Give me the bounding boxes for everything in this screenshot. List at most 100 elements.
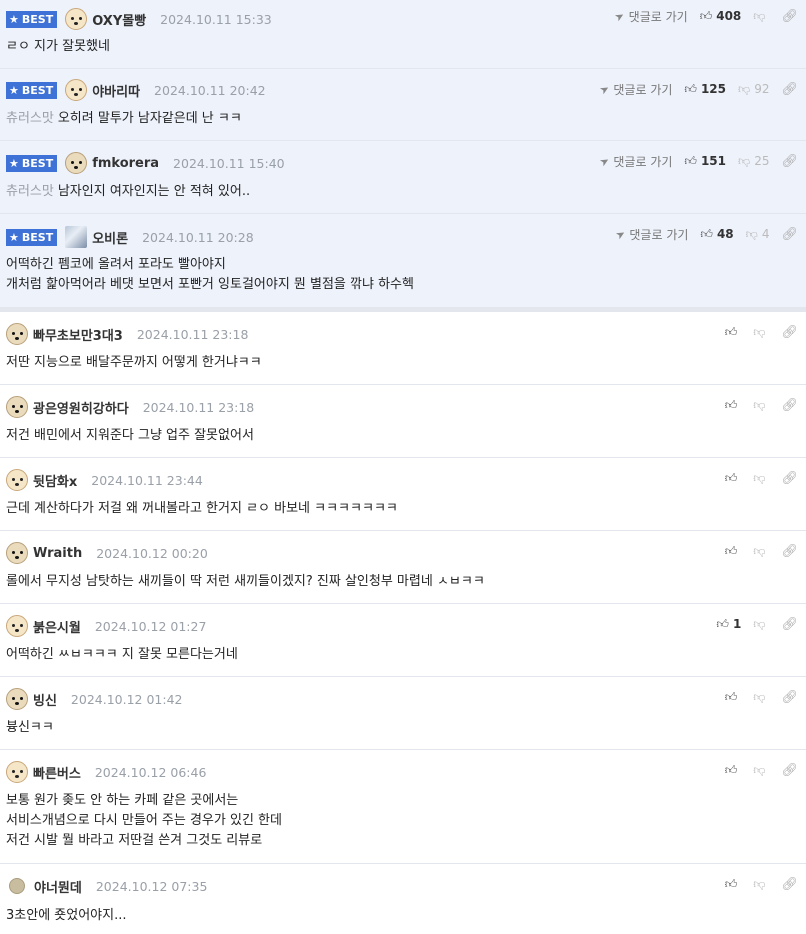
upvote-button[interactable]: 👍︎ 125 [684,82,726,97]
avatar[interactable] [6,396,28,418]
reply-arrow-icon: ➤ [597,153,613,169]
nickname[interactable]: 광은영원히강하다 [33,398,129,417]
upvote-button[interactable]: 👍︎ [725,471,742,486]
comment-body: 3초안에 죳었어야지... [6,908,127,923]
nickname[interactable]: OXY몰빵 [92,10,146,29]
thumb-up-icon: 👍︎ [699,8,713,23]
upvote-button[interactable]: 👍︎ 1 [716,617,741,632]
star-icon: ★ [9,230,19,244]
reply-link[interactable]: ➤ 댓글로 가기 [597,81,673,98]
star-icon: ★ [9,83,19,97]
nickname[interactable]: 빠른버스 [33,763,81,782]
link-icon[interactable]: 🔗︎ [781,82,798,97]
comment: 빙신 2024.10.12 01:42 👍︎ 👎︎ 🔗︎ 븅신ㅋㅋ [0,677,806,750]
thumb-down-icon: 👎︎ [753,689,766,704]
link-icon[interactable]: 🔗︎ [781,227,798,242]
mention[interactable]: 츄러스맛 [6,111,54,126]
downvote-button[interactable]: 👎︎ [753,763,769,778]
link-icon[interactable]: 🔗︎ [781,544,798,559]
best-badge: ★ BEST [6,10,58,28]
avatar[interactable] [6,688,28,710]
mention[interactable]: 츄러스맛 [6,184,54,199]
nickname[interactable]: 뒷담화x [33,471,77,490]
thumb-up-icon: 👍︎ [684,153,697,168]
thumb-down-icon: 👎︎ [753,470,766,485]
link-icon[interactable]: 🔗︎ [781,154,798,169]
comment: 붉은시월 2024.10.12 01:27 👍︎ 1 👎︎ 🔗︎ 어떡하긴 ㅆㅂㅋ… [0,604,806,677]
comment-body: 츄러스맛 오히려 말투가 남자같은데 난 ㅋㅋ [6,111,242,126]
link-icon[interactable]: 🔗︎ [781,877,798,892]
reply-arrow-icon: ➤ [612,8,628,24]
reply-link[interactable]: ➤ 댓글로 가기 [612,8,688,25]
reply-link[interactable]: ➤ 댓글로 가기 [597,153,673,170]
nickname[interactable]: 빙신 [33,690,57,709]
downvote-button[interactable]: 👎︎ 25 [738,154,769,169]
avatar[interactable] [6,615,28,637]
comment-date: 2024.10.11 20:42 [154,82,266,98]
nickname[interactable]: 빠무초보만3대3 [33,325,123,344]
best-comment: ★ BEST OXY몰빵 2024.10.11 15:33 ➤ 댓글로 가기 👍︎ 4… [0,0,806,69]
nickname[interactable]: 야바리따 [92,81,140,100]
reply-link[interactable]: ➤ 댓글로 가기 [613,226,689,243]
comment-body: 저딴 지능으로 배달주문까지 어떻게 한거냐ㅋㅋ [6,355,262,370]
upvote-button[interactable]: 👍︎ [725,325,742,340]
avatar[interactable] [65,226,88,248]
upvote-button[interactable]: 👍︎ [725,877,742,892]
upvote-button[interactable]: 👍︎ 48 [700,227,733,242]
comment-body: ㄹㅇ 지가 잘못했네 [6,39,110,54]
comment: Wraith 2024.10.12 00:20 👍︎ 👎︎ 🔗︎ 롤에서 무지성… [0,531,806,604]
avatar[interactable] [6,469,28,491]
avatar[interactable] [6,323,28,345]
upvote-button[interactable]: 👍︎ [725,544,742,559]
comment-date: 2024.10.12 07:35 [95,878,208,894]
comment-date: 2024.10.11 15:40 [173,155,285,171]
star-icon: ★ [9,12,19,26]
nickname[interactable]: fmkorera [92,156,159,171]
upvote-button[interactable]: 👍︎ 408 [700,9,742,24]
downvote-button[interactable]: 👎︎ 4 [746,227,770,242]
downvote-button[interactable]: 👎︎ [753,877,769,892]
avatar[interactable] [65,152,88,174]
downvote-button[interactable]: 👎︎ [753,544,769,559]
avatar[interactable] [65,8,88,30]
upvote-button[interactable]: 👍︎ [725,398,742,413]
comment-body: 저건 배민에서 지워준다 그냥 업주 잘못없어서 [6,428,254,443]
reply-arrow-icon: ➤ [597,81,613,97]
link-icon[interactable]: 🔗︎ [781,9,798,24]
nickname[interactable]: 오비론 [92,228,128,247]
comment-date: 2024.10.12 01:27 [94,618,207,634]
link-icon[interactable]: 🔗︎ [781,763,798,778]
nickname[interactable]: Wraith [33,546,82,561]
comment-body: 어떡하긴 펨코에 올려서 포라도 빨아야지 개처럼 핥아먹어라 베댓 보면서 포… [6,257,414,292]
upvote-button[interactable]: 👍︎ [725,690,742,705]
thumb-up-icon: 👍︎ [724,470,738,485]
avatar[interactable] [9,878,25,894]
downvote-button[interactable]: 👎︎ [753,9,769,24]
nickname[interactable]: 붉은시월 [33,617,81,636]
link-icon[interactable]: 🔗︎ [781,471,798,486]
avatar[interactable] [6,542,28,564]
thumb-up-icon: 👍︎ [724,689,738,704]
upvote-button[interactable]: 👍︎ [725,763,742,778]
upvote-button[interactable]: 👍︎ 151 [684,154,726,169]
link-icon[interactable]: 🔗︎ [781,690,798,705]
comment-date: 2024.10.12 00:20 [96,545,208,561]
downvote-button[interactable]: 👎︎ [753,471,769,486]
link-icon[interactable]: 🔗︎ [781,617,798,632]
link-icon[interactable]: 🔗︎ [781,398,798,413]
link-icon[interactable]: 🔗︎ [781,325,798,340]
downvote-button[interactable]: 👎︎ [753,690,769,705]
downvote-button[interactable]: 👎︎ [753,325,769,340]
thumb-up-icon: 👍︎ [724,876,738,891]
downvote-button[interactable]: 👎︎ [753,617,769,632]
thumb-down-icon: 👎︎ [753,397,766,412]
downvote-button[interactable]: 👎︎ [753,398,769,413]
avatar[interactable] [6,761,28,783]
comment-date: 2024.10.11 23:44 [91,472,203,488]
avatar[interactable] [65,79,88,101]
comment-date: 2024.10.12 01:42 [70,691,183,707]
comment-body: 근데 계산하다가 저걸 왜 꺼내볼라고 한거지 ㄹㅇ 바보네 ㅋㅋㅋㅋㅋㅋㅋ [6,501,398,516]
reply-arrow-icon: ➤ [613,226,629,242]
nickname[interactable]: 야너뭔데 [34,877,82,896]
downvote-button[interactable]: 👎︎ 92 [738,82,769,97]
